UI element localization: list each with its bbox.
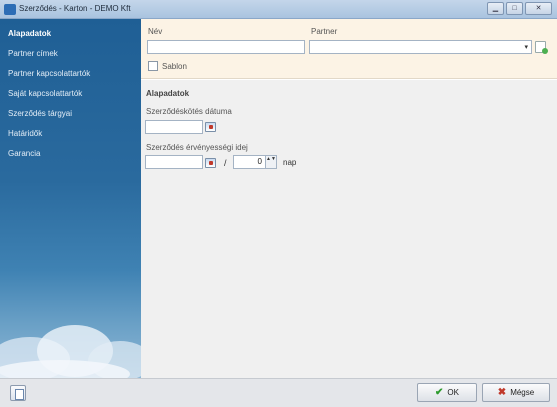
calendar-icon[interactable] <box>205 158 216 168</box>
slash-separator: / <box>224 158 227 168</box>
bottom-toolbar: ✔ OK ✖ Mégse <box>0 378 557 407</box>
szerzodeskotes-datuma-input[interactable] <box>145 120 203 134</box>
nap-label: nap <box>283 158 297 167</box>
sidebar-item-hataridok[interactable]: Határidők <box>8 129 42 138</box>
section-title: Alapadatok <box>146 89 190 98</box>
partner-label: Partner <box>311 27 338 36</box>
sidebar-item-alapadatok[interactable]: Alapadatok <box>8 29 51 38</box>
sidebar-item-partner-kapcsolattartok[interactable]: Partner kapcsolattartók <box>8 69 90 78</box>
title-bar: Szerződés - Karton - DEMO Kft ▁ □ ✕ <box>0 0 557 19</box>
napok-spinner[interactable]: 0 ▲▼ <box>233 155 277 169</box>
document-button[interactable] <box>10 385 26 401</box>
spinner-value: 0 <box>257 157 262 166</box>
ok-button[interactable]: ✔ OK <box>417 383 477 402</box>
app-logo-icon <box>4 4 16 15</box>
close-button[interactable]: ✕ <box>525 2 552 15</box>
sidebar-item-partner-cimek[interactable]: Partner címek <box>8 49 58 58</box>
add-partner-icon[interactable] <box>535 41 548 54</box>
sidebar-item-szerzodes-targyai[interactable]: Szerződés tárgyai <box>8 109 72 118</box>
sablon-label: Sablon <box>162 62 187 71</box>
minimize-button[interactable]: ▁ <box>487 2 504 15</box>
calendar-icon[interactable] <box>205 122 216 132</box>
cancel-button[interactable]: ✖ Mégse <box>482 383 550 402</box>
partner-select[interactable]: ▾ <box>309 40 532 54</box>
sablon-checkbox[interactable] <box>148 61 158 71</box>
ervenyessegi-ido-input[interactable] <box>145 155 203 169</box>
check-icon: ✔ <box>435 387 444 398</box>
ok-label: OK <box>447 388 459 397</box>
nev-input[interactable] <box>147 40 305 54</box>
sidebar: Alapadatok Partner címek Partner kapcsol… <box>0 19 141 378</box>
cloud-decoration <box>0 325 141 378</box>
header-form-panel: Név Partner ▾ Sablon <box>141 19 557 79</box>
main-content: Alapadatok Szerződéskötés dátuma Szerződ… <box>141 80 557 378</box>
sidebar-item-sajat-kapcsolattartok[interactable]: Saját kapcsolattartók <box>8 89 82 98</box>
cancel-label: Mégse <box>510 388 535 397</box>
nev-label: Név <box>148 27 163 36</box>
spinner-arrows-icon[interactable]: ▲▼ <box>265 156 276 168</box>
cross-icon: ✖ <box>497 387 507 398</box>
szerzodeskotes-datuma-label: Szerződéskötés dátuma <box>146 107 232 116</box>
ervenyessegi-ido-label: Szerződés érvényességi idej <box>146 143 248 152</box>
chevron-down-icon[interactable]: ▾ <box>524 43 528 51</box>
maximize-button[interactable]: □ <box>506 2 523 15</box>
sidebar-item-garancia[interactable]: Garancia <box>8 149 40 158</box>
window-title: Szerződés - Karton - DEMO Kft <box>19 4 131 13</box>
